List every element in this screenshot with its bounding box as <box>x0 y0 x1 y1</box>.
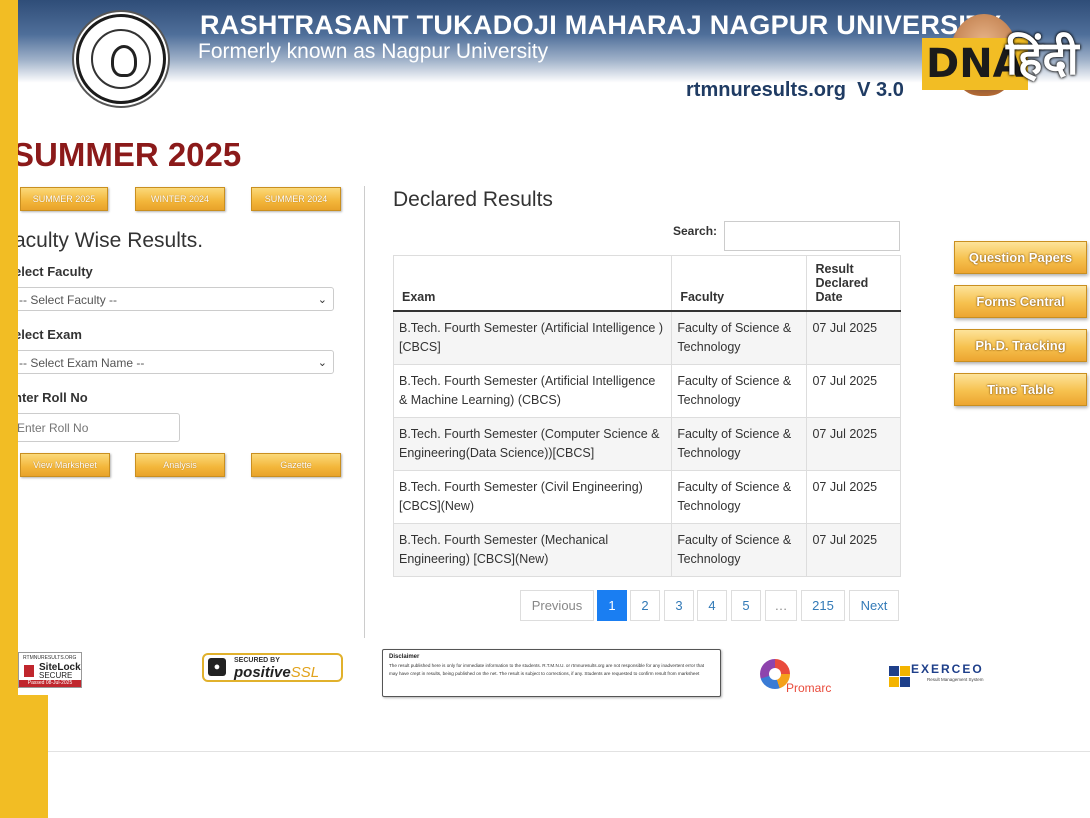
positive-ssl-badge[interactable]: ● SECURED BY positiveSSL <box>202 653 343 682</box>
search-input[interactable] <box>724 221 900 251</box>
faculty-wise-heading: aculty Wise Results. <box>14 229 204 252</box>
date-cell: 07 Jul 2025 <box>806 310 901 365</box>
lock-icon <box>24 665 34 677</box>
ssl-brand-name: positive <box>234 664 291 681</box>
exam-cell[interactable]: B.Tech. Fourth Semester (Artificial Inte… <box>392 310 673 365</box>
disclaimer-title: Disclaimer <box>389 654 420 660</box>
analysis-button[interactable]: Analysis <box>135 453 225 477</box>
site-version: V 3.0 <box>857 79 904 101</box>
sitelock-passed: Passed 08-Jul-2025 <box>19 680 81 687</box>
time-table-button[interactable]: Time Table <box>954 373 1087 406</box>
column-header-exam[interactable]: Exam <box>392 255 672 312</box>
panel-divider <box>364 186 365 638</box>
pagination-page-4[interactable]: 4 <box>697 590 727 621</box>
pagination-page-215[interactable]: 215 <box>801 590 845 621</box>
pagination-page-1[interactable]: 1 <box>597 590 627 621</box>
faculty-select[interactable]: -- Select Faculty -- ⌄ <box>14 287 334 311</box>
exerceo-name: EXERCEO <box>911 662 984 676</box>
exerceo-square-icon <box>889 666 899 676</box>
date-cell: 07 Jul 2025 <box>806 417 901 471</box>
exam-cell[interactable]: B.Tech. Fourth Semester (Computer Scienc… <box>392 417 673 471</box>
faculty-cell: Faculty of Science & Technology <box>671 523 808 577</box>
exerceo-square-icon <box>889 677 899 687</box>
ssl-brand: positiveSSL <box>234 664 319 681</box>
table-row[interactable]: B.Tech. Fourth Semester (Mechanical Engi… <box>392 523 901 577</box>
exam-cell[interactable]: B.Tech. Fourth Semester (Artificial Inte… <box>392 364 673 418</box>
sitelock-badge[interactable]: RTMNURESULTS.ORG SiteLock SECURE Passed … <box>18 652 82 688</box>
table-row[interactable]: B.Tech. Fourth Semester (Computer Scienc… <box>392 417 901 471</box>
faculty-cell: Faculty of Science & Technology <box>671 470 808 524</box>
ssl-suffix: SSL <box>290 664 320 681</box>
search-label: Search: <box>673 224 718 238</box>
declared-results-title: Declared Results <box>393 188 553 211</box>
results-table: Exam Faculty Result Declared Date B.Tech… <box>392 255 901 577</box>
disclaimer-box: Disclaimer The result published here is … <box>382 649 721 697</box>
pagination-page-3[interactable]: 3 <box>664 590 694 621</box>
frame-corner-block <box>0 695 48 818</box>
promarc-name: Promarc <box>786 681 832 695</box>
column-header-date[interactable]: Result Declared Date <box>806 255 901 312</box>
university-name: RASHTRASANT TUKADOJI MAHARAJ NAGPUR UNIV… <box>200 10 1002 40</box>
view-marksheet-button[interactable]: View Marksheet <box>20 453 110 477</box>
site-name: rtmnuresults.org <box>686 79 847 101</box>
university-subtitle: Formerly known as Nagpur University <box>198 40 549 63</box>
select-exam-label: elect Exam <box>14 327 82 342</box>
date-cell: 07 Jul 2025 <box>806 364 901 418</box>
date-cell: 07 Jul 2025 <box>806 470 901 524</box>
session-title: SUMMER 2025 <box>12 136 242 173</box>
dna-hindi-logo: DNA हिंदी <box>922 31 1086 98</box>
phd-tracking-button[interactable]: Ph.D. Tracking <box>954 329 1087 362</box>
exam-cell[interactable]: B.Tech. Fourth Semester (Mechanical Engi… <box>392 523 673 577</box>
table-row[interactable]: B.Tech. Fourth Semester (Artificial Inte… <box>392 364 901 418</box>
padlock-icon: ● <box>208 658 226 676</box>
pagination-next[interactable]: Next <box>849 590 899 621</box>
session-button-summer-2024[interactable]: SUMMER 2024 <box>251 187 341 211</box>
pagination-ellipsis: … <box>765 590 797 621</box>
session-button-summer-2025[interactable]: SUMMER 2025 <box>20 187 108 211</box>
faculty-select-value: -- Select Faculty -- <box>19 293 118 307</box>
exam-select[interactable]: -- Select Exam Name -- ⌄ <box>14 350 334 374</box>
gazette-button[interactable]: Gazette <box>251 453 341 477</box>
faculty-cell: Faculty of Science & Technology <box>671 310 808 365</box>
table-row[interactable]: B.Tech. Fourth Semester (Artificial Inte… <box>392 310 901 365</box>
sitelock-site: RTMNURESULTS.ORG <box>23 655 77 661</box>
exerceo-tagline: Result Management System <box>927 677 984 682</box>
roll-no-label: nter Roll No <box>14 390 88 405</box>
exam-select-value: -- Select Exam Name -- <box>19 356 145 370</box>
university-seal-logo[interactable] <box>76 14 166 104</box>
footer-divider <box>48 751 1090 752</box>
forms-central-button[interactable]: Forms Central <box>954 285 1087 318</box>
sitelock-secure: SECURE <box>39 671 73 680</box>
select-faculty-label: elect Faculty <box>14 264 93 279</box>
faculty-cell: Faculty of Science & Technology <box>671 417 808 471</box>
column-header-faculty[interactable]: Faculty <box>671 255 807 312</box>
pagination-page-2[interactable]: 2 <box>630 590 660 621</box>
faculty-cell: Faculty of Science & Technology <box>671 364 808 418</box>
disclaimer-body: The result published here is only for im… <box>389 663 705 676</box>
chevron-down-icon: ⌄ <box>317 294 327 306</box>
roll-no-input[interactable] <box>14 413 180 442</box>
ssl-secured-by: SECURED BY <box>234 657 280 664</box>
promarc-logo[interactable]: Promarc <box>758 657 848 697</box>
site-url: rtmnuresults.org V 3.0 <box>686 79 904 102</box>
exerceo-square-icon <box>900 677 910 687</box>
exerceo-square-icon <box>900 666 910 676</box>
question-papers-button[interactable]: Question Papers <box>954 241 1087 274</box>
exam-cell[interactable]: B.Tech. Fourth Semester (Civil Engineeri… <box>392 470 673 524</box>
chevron-down-icon: ⌄ <box>317 357 327 369</box>
hindi-logo-text: हिंदी <box>1006 31 1079 85</box>
session-button-winter-2024[interactable]: WINTER 2024 <box>135 187 225 211</box>
pagination-page-5[interactable]: 5 <box>731 590 761 621</box>
date-cell: 07 Jul 2025 <box>806 523 901 577</box>
pagination-previous[interactable]: Previous <box>520 590 594 621</box>
exerceo-logo[interactable]: EXERCEO Result Management System <box>889 662 1004 694</box>
table-row[interactable]: B.Tech. Fourth Semester (Civil Engineeri… <box>392 470 901 524</box>
